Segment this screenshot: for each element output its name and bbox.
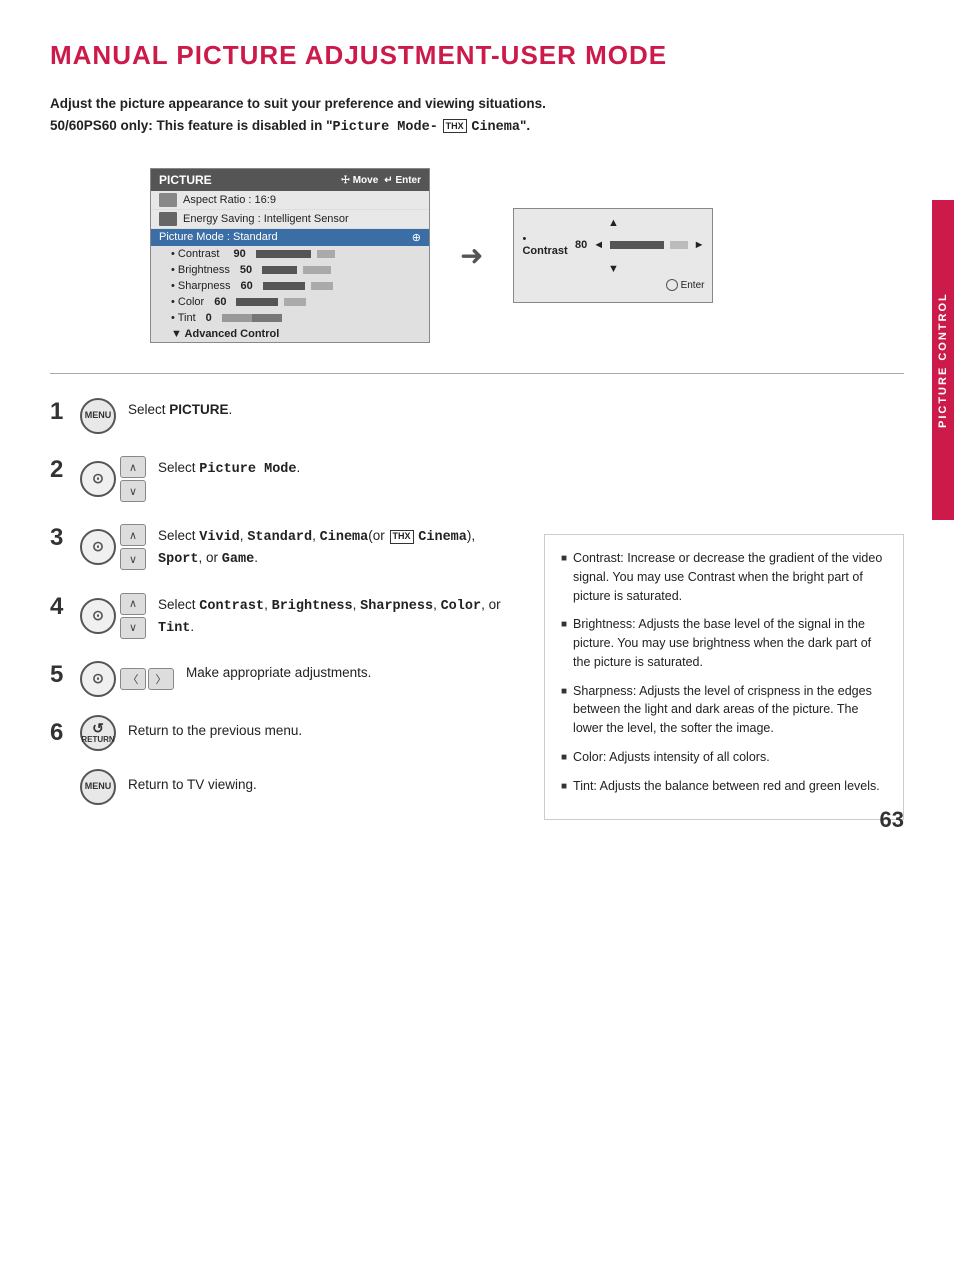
step-6: 6 ↺ RETURN Return to the previous menu. (50, 715, 524, 751)
side-bar: PICTURE CONTROL (932, 200, 954, 520)
up-button-4: ∧ (120, 593, 146, 615)
menu-box: PICTURE ☩ Move ↵ Enter Aspect Ratio : 16… (150, 168, 430, 343)
tint-bar (222, 314, 282, 322)
contrast-bar (256, 250, 311, 258)
step-3-icons: ∧ ∨ (80, 524, 146, 570)
step-5: 5 〈 〉 Make appropriate adjustments. (50, 657, 524, 697)
energy-icon (159, 212, 177, 226)
lr-nav-5: 〈 〉 (120, 668, 174, 690)
down-button-2: ∨ (120, 480, 146, 502)
desc-color: Color: Adjusts intensity of all colors. (561, 748, 887, 767)
updown-nav-2: ∧ ∨ (120, 456, 146, 502)
updown-nav-3: ∧ ∨ (120, 524, 146, 570)
desc-tint: Tint: Adjusts the balance between red an… (561, 777, 887, 796)
step-2: 2 ∧ ∨ Select Picture Mode. (50, 452, 524, 502)
step-4-text: Select Contrast, Brightness, Sharpness, … (158, 589, 524, 640)
brightness-bar-empty (303, 266, 331, 274)
enter-button-2 (80, 461, 116, 497)
brightness-bar (262, 266, 297, 274)
desc-brightness: Brightness: Adjusts the base level of th… (561, 615, 887, 671)
return-button-6: ↺ RETURN (80, 715, 116, 751)
menu-header: PICTURE ☩ Move ↵ Enter (151, 169, 429, 191)
desc-sharpness: Sharpness: Adjusts the level of crispnes… (561, 682, 887, 738)
thx-logo-step3: THX (390, 530, 414, 544)
desc-list: Contrast: Increase or decrease the gradi… (561, 549, 887, 795)
menu-item-brightness: • Brightness 50 (151, 262, 429, 278)
step-6-text: Return to the previous menu. (128, 715, 524, 741)
contrast-bar-empty (317, 250, 335, 258)
contrast-slider-filled (610, 241, 664, 249)
up-button-3: ∧ (120, 524, 146, 546)
contrast-panel: ▲ • Contrast 80 ◄ ► ▼ Enter (513, 208, 713, 303)
step-2-icons: ∧ ∨ (80, 456, 146, 502)
step-4-icons: ∧ ∨ (80, 593, 146, 639)
step-7: MENU Return to TV viewing. (50, 769, 524, 805)
right-button-5: 〉 (148, 668, 174, 690)
step-1-icons: MENU (80, 398, 116, 434)
step-5-text: Make appropriate adjustments. (186, 657, 524, 683)
thx-logo: THX (443, 119, 467, 133)
contrast-slider-empty (670, 241, 688, 249)
screenshot-area: PICTURE ☩ Move ↵ Enter Aspect Ratio : 16… (150, 168, 904, 343)
section-divider (50, 373, 904, 374)
page-title: MANUAL PICTURE ADJUSTMENT-USER MODE (50, 40, 904, 71)
aspect-icon (159, 193, 177, 207)
desc-contrast: Contrast: Increase or decrease the gradi… (561, 549, 887, 605)
step-4: 4 ∧ ∨ Select Contrast, Brightness, Sharp… (50, 589, 524, 640)
menu-advanced: ▼ Advanced Control (151, 326, 429, 342)
enter-button-5 (80, 661, 116, 697)
enter-button-4 (80, 598, 116, 634)
menu-item-tint: • Tint 0 (151, 310, 429, 326)
step-3: 3 ∧ ∨ Select Vivid, Standard, Cinema(or … (50, 520, 524, 571)
left-button-5: 〈 (120, 668, 146, 690)
step-1-text: Select PICTURE. (128, 394, 524, 420)
intro-text: Adjust the picture appearance to suit yo… (50, 93, 904, 138)
descriptions-panel: Contrast: Increase or decrease the gradi… (544, 534, 904, 820)
page-number: 63 (880, 807, 904, 833)
arrow-right-icon: ➜ (460, 239, 483, 272)
color-bar-empty (284, 298, 306, 306)
menu-row-energy: Energy Saving : Intelligent Sensor (151, 210, 429, 229)
sharpness-bar-empty (311, 282, 333, 290)
menu-button-1: MENU (80, 398, 116, 434)
enter-button-indicator: Enter (666, 279, 705, 291)
menu-button-7: MENU (80, 769, 116, 805)
enter-circle-icon (666, 279, 678, 291)
step-1: 1 MENU Select PICTURE. (50, 394, 524, 434)
step-5-icons: 〈 〉 (80, 661, 174, 697)
up-button-2: ∧ (120, 456, 146, 478)
down-button-4: ∨ (120, 617, 146, 639)
color-bar (236, 298, 278, 306)
sharpness-bar (263, 282, 305, 290)
enter-button-3 (80, 529, 116, 565)
menu-row-aspect: Aspect Ratio : 16:9 (151, 191, 429, 210)
step-2-text: Select Picture Mode. (158, 452, 524, 480)
updown-nav-4: ∧ ∨ (120, 593, 146, 639)
page-container: MANUAL PICTURE ADJUSTMENT-USER MODE Adju… (0, 0, 954, 863)
down-button-3: ∨ (120, 548, 146, 570)
steps-area: 1 MENU Select PICTURE. 2 ∧ ∨ (50, 394, 904, 823)
menu-item-contrast: • Contrast 90 (151, 246, 429, 262)
step-3-text: Select Vivid, Standard, Cinema(or THX Ci… (158, 520, 524, 571)
steps-left: 1 MENU Select PICTURE. 2 ∧ ∨ (50, 394, 544, 823)
menu-item-color: • Color 60 (151, 294, 429, 310)
menu-row-picture-mode: Picture Mode : Standard ⊕ (151, 229, 429, 246)
step-7-text: Return to TV viewing. (128, 769, 524, 795)
menu-item-sharpness: • Sharpness 60 (151, 278, 429, 294)
